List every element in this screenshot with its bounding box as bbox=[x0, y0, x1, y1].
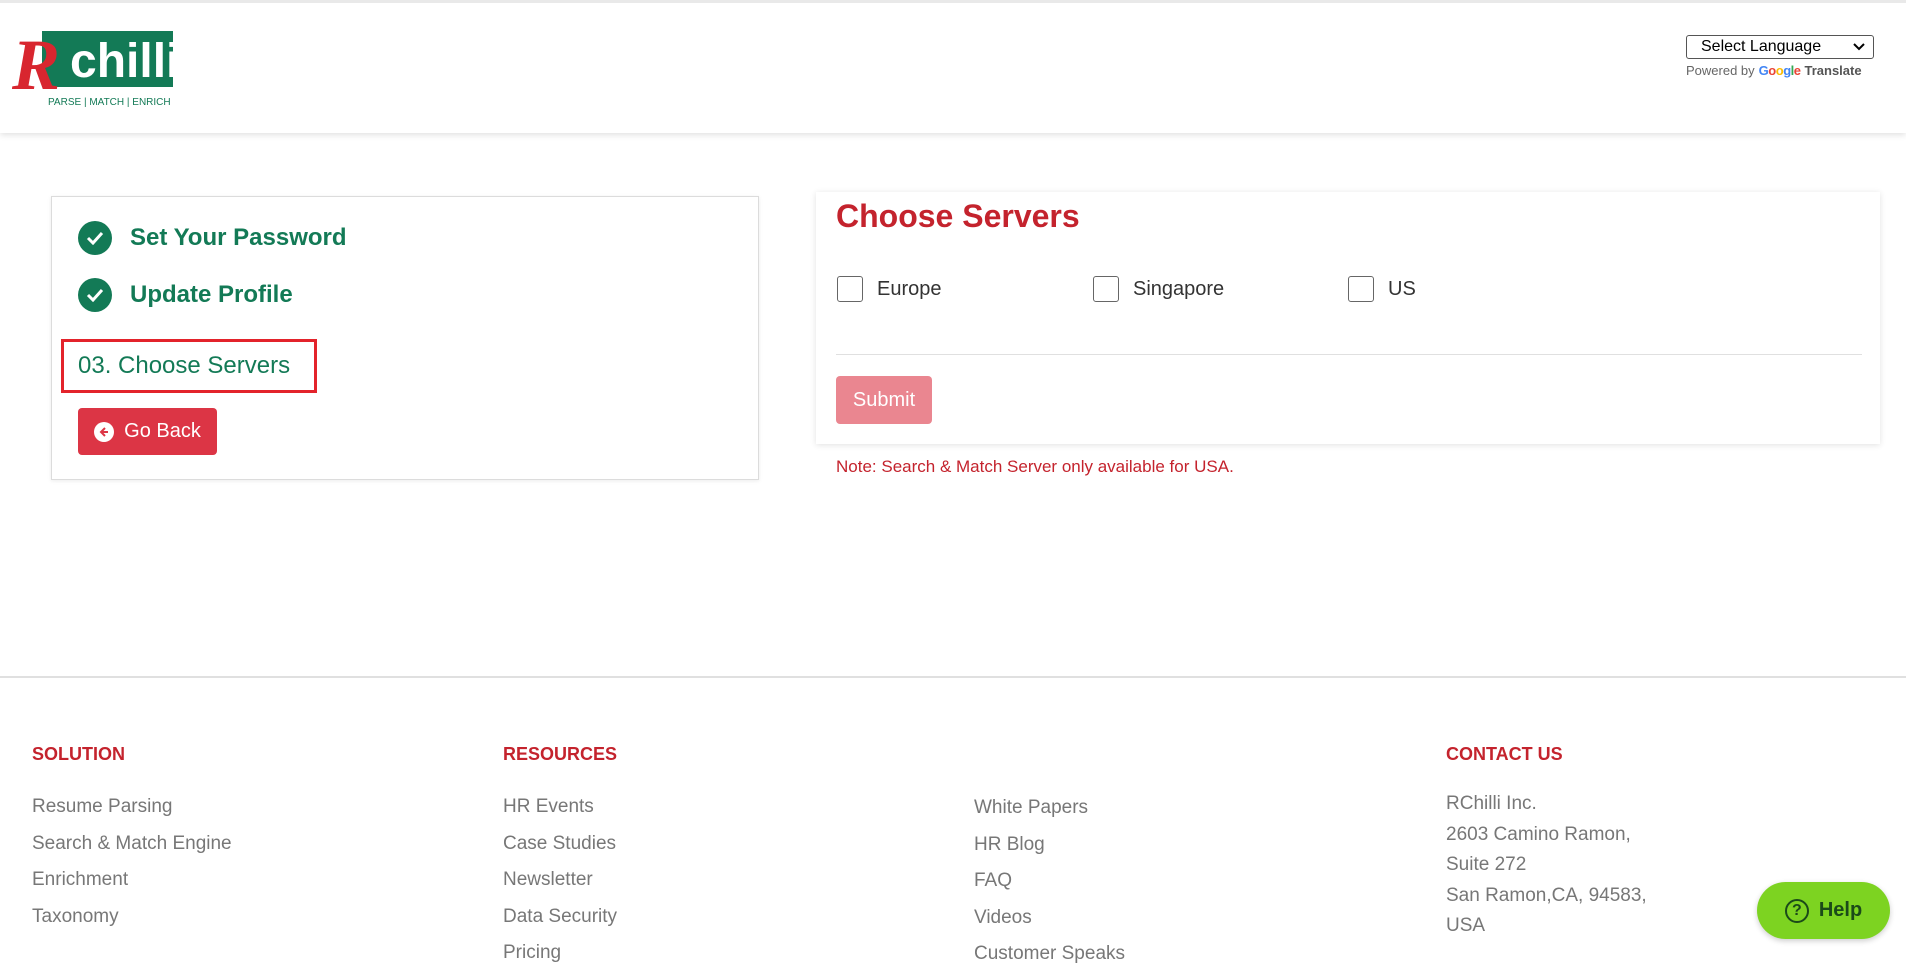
footer-link[interactable]: Pricing bbox=[503, 935, 617, 972]
current-step: 03. Choose Servers bbox=[61, 339, 317, 393]
footer-link[interactable]: Resume Parsing bbox=[32, 789, 232, 826]
footer-link[interactable]: FAQ bbox=[974, 863, 1125, 900]
footer-link[interactable]: Taxonomy bbox=[32, 899, 232, 936]
step-set-password: Set Your Password bbox=[78, 221, 347, 255]
footer-link[interactable]: HR Blog bbox=[974, 827, 1125, 864]
server-option-label: US bbox=[1388, 277, 1416, 300]
footer-contact: CONTACT US RChilli Inc. 2603 Camino Ramo… bbox=[1446, 744, 1647, 942]
google-logo: Google bbox=[1758, 63, 1801, 78]
question-mark-icon: ? bbox=[1784, 898, 1809, 923]
contact-line: 2603 Camino Ramon, bbox=[1446, 823, 1631, 845]
go-back-button[interactable]: Go Back bbox=[78, 408, 217, 455]
current-step-label: 03. Choose Servers bbox=[78, 352, 291, 379]
svg-text:R: R bbox=[12, 25, 60, 105]
svg-text:chilli: chilli bbox=[70, 35, 177, 88]
divider bbox=[836, 354, 1862, 355]
site-footer: SOLUTION Resume Parsing Search & Match E… bbox=[0, 676, 1906, 964]
europe-checkbox[interactable] bbox=[837, 276, 863, 302]
footer-link[interactable]: Newsletter bbox=[503, 862, 617, 899]
server-note: Note: Search & Match Server only availab… bbox=[836, 457, 1234, 476]
singapore-checkbox[interactable] bbox=[1093, 276, 1119, 302]
footer-heading: SOLUTION bbox=[32, 744, 125, 764]
footer-link[interactable]: Data Security bbox=[503, 899, 617, 936]
server-option-label: Europe bbox=[877, 277, 942, 300]
chevron-down-icon bbox=[1853, 38, 1865, 56]
help-label: Help bbox=[1818, 899, 1863, 921]
footer-heading: RESOURCES bbox=[503, 744, 618, 764]
contact-line: USA bbox=[1446, 915, 1486, 936]
site-header: chilli R PARSE | MATCH | ENRICH Select L… bbox=[0, 0, 1906, 133]
step-label: Update Profile bbox=[130, 281, 293, 308]
footer-link[interactable]: HR Events bbox=[503, 789, 617, 826]
footer-resources-2: White Papers HR Blog FAQ Videos Customer… bbox=[974, 790, 1125, 973]
powered-by-google: Powered by Google Translate bbox=[1686, 63, 1876, 78]
footer-link[interactable]: Videos bbox=[974, 900, 1125, 937]
step-update-profile: Update Profile bbox=[78, 278, 293, 312]
contact-line: Suite 272 bbox=[1446, 854, 1527, 875]
footer-solution: SOLUTION Resume Parsing Search & Match E… bbox=[32, 744, 232, 935]
powered-by-label: Powered by bbox=[1686, 63, 1755, 78]
footer-link[interactable]: Case Studies bbox=[503, 826, 617, 863]
contact-line: San Ramon,CA, 94583, bbox=[1446, 884, 1647, 906]
arrow-left-circle-icon bbox=[94, 421, 115, 442]
help-button[interactable]: ? Help bbox=[1757, 882, 1890, 939]
check-circle-icon bbox=[78, 221, 112, 255]
footer-heading: CONTACT US bbox=[1446, 744, 1563, 764]
choose-servers-card: Choose Servers Europe Singapore US Submi… bbox=[816, 192, 1880, 444]
go-back-label: Go Back bbox=[124, 420, 201, 442]
step-label: Set Your Password bbox=[130, 224, 347, 251]
language-select-label: Select Language bbox=[1701, 38, 1822, 55]
footer-resources: RESOURCES HR Events Case Studies Newslet… bbox=[503, 744, 617, 972]
rchilli-logo[interactable]: chilli R PARSE | MATCH | ENRICH bbox=[12, 19, 177, 111]
contact-line: RChilli Inc. bbox=[1446, 793, 1537, 814]
svg-text:PARSE | MATCH | ENRICH: PARSE | MATCH | ENRICH bbox=[48, 97, 171, 108]
server-option-label: Singapore bbox=[1133, 277, 1225, 300]
server-option-europe[interactable]: Europe bbox=[837, 276, 942, 302]
translate-link[interactable]: Translate bbox=[1805, 63, 1862, 78]
language-select[interactable]: Select Language bbox=[1686, 35, 1874, 59]
servers-title: Choose Servers bbox=[836, 198, 1080, 234]
submit-button[interactable]: Submit bbox=[836, 376, 932, 424]
footer-link[interactable]: White Papers bbox=[974, 790, 1125, 827]
footer-link[interactable]: Search & Match Engine bbox=[32, 826, 232, 863]
us-checkbox[interactable] bbox=[1348, 276, 1374, 302]
google-translate-widget: Select Language Powered by Google Transl… bbox=[1686, 35, 1876, 78]
footer-link[interactable]: Enrichment bbox=[32, 862, 232, 899]
server-option-us[interactable]: US bbox=[1348, 276, 1416, 302]
server-option-singapore[interactable]: Singapore bbox=[1093, 276, 1224, 302]
steps-card: Set Your Password Update Profile 03. Cho… bbox=[51, 196, 759, 480]
check-circle-icon bbox=[78, 278, 112, 312]
footer-link[interactable]: Customer Speaks bbox=[974, 936, 1125, 973]
